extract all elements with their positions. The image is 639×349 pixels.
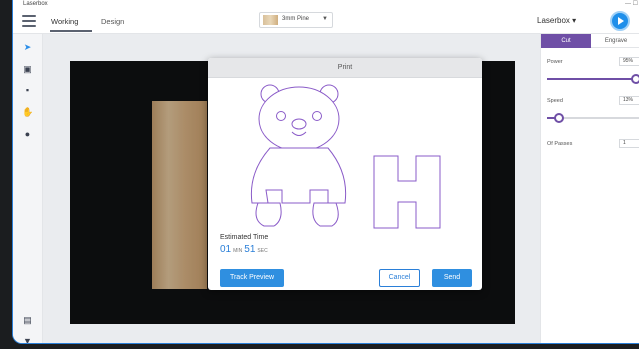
speed-label: Speed: [547, 98, 563, 104]
image-icon[interactable]: ▪: [22, 85, 33, 96]
window-controls[interactable]: — ☐: [625, 0, 638, 8]
speed-slider-knob[interactable]: [554, 113, 565, 123]
top-toolbar: Working Design 3mm Pine ▼ Laserbox ▾: [13, 8, 639, 34]
left-toolbar: ➤ ▣ ▪ ✋ ● ▤ ▼: [13, 34, 43, 343]
power-label: Power: [547, 59, 563, 65]
tab-engrave[interactable]: Engrave: [591, 34, 639, 48]
pointer-icon[interactable]: ➤: [22, 42, 33, 53]
layers-icon[interactable]: ▤: [22, 315, 33, 326]
power-slider-fill: [547, 78, 637, 80]
app-window: Laserbox — ☐ Working Design 3mm Pine ▼ L…: [12, 0, 639, 344]
active-tab-indicator: [50, 30, 92, 32]
passes-input[interactable]: 1: [619, 139, 639, 148]
send-button[interactable]: Send: [432, 269, 472, 287]
device-frame: Laserbox — ☐ Working Design 3mm Pine ▼ L…: [0, 0, 639, 349]
zoom-icon[interactable]: ●: [22, 129, 33, 140]
hand-icon[interactable]: ✋: [22, 107, 33, 118]
cancel-button[interactable]: Cancel: [379, 269, 420, 287]
canvas-area: Print Estimated Time 01 MIN 51 SEC Track…: [43, 34, 540, 343]
seconds-value: 51: [244, 244, 256, 255]
tab-design[interactable]: Design: [101, 17, 124, 26]
window-title: Laserbox: [23, 1, 48, 7]
bear-right-foot: [312, 202, 339, 227]
chevron-down-icon: ▼: [322, 16, 328, 22]
minutes-value: 01: [220, 244, 232, 255]
letter-h-outline: [373, 155, 441, 229]
speed-input[interactable]: 13%: [619, 96, 639, 105]
power-input[interactable]: 95%: [619, 57, 639, 66]
estimated-time-label: Estimated Time: [220, 234, 269, 241]
print-dialog: Print Estimated Time 01 MIN 51 SEC Track…: [208, 58, 482, 290]
bear-body: [250, 147, 347, 204]
minutes-unit: MIN: [233, 248, 243, 254]
passes-label: Of Passes: [547, 141, 573, 147]
dialog-title: Print: [208, 58, 482, 78]
device-selector[interactable]: Laserbox ▾: [537, 16, 576, 25]
material-swatch: [263, 15, 278, 25]
tab-working[interactable]: Working: [51, 17, 78, 26]
menu-icon[interactable]: [22, 15, 36, 27]
tab-cut[interactable]: Cut: [541, 34, 591, 48]
material-label: 3mm Pine: [282, 16, 310, 22]
speed-slider[interactable]: [547, 113, 639, 123]
track-preview-button[interactable]: Track Preview: [220, 269, 284, 287]
camera-scan-icon[interactable]: ▣: [22, 64, 33, 75]
window-titlebar: Laserbox — ☐: [13, 0, 639, 8]
start-device-button[interactable]: [610, 11, 630, 31]
settings-panel: Cut Engrave Power 95% Speed 13% Of Passe…: [540, 34, 639, 343]
material-selector[interactable]: 3mm Pine ▼: [259, 12, 333, 28]
bear-left-foot: [255, 202, 282, 227]
estimated-time-value: 01 MIN 51 SEC: [220, 244, 270, 255]
design-preview: [250, 84, 441, 229]
power-slider-knob[interactable]: [631, 74, 639, 84]
cart-icon[interactable]: ▼: [22, 336, 33, 343]
power-slider[interactable]: [547, 74, 639, 84]
seconds-unit: SEC: [257, 248, 268, 254]
